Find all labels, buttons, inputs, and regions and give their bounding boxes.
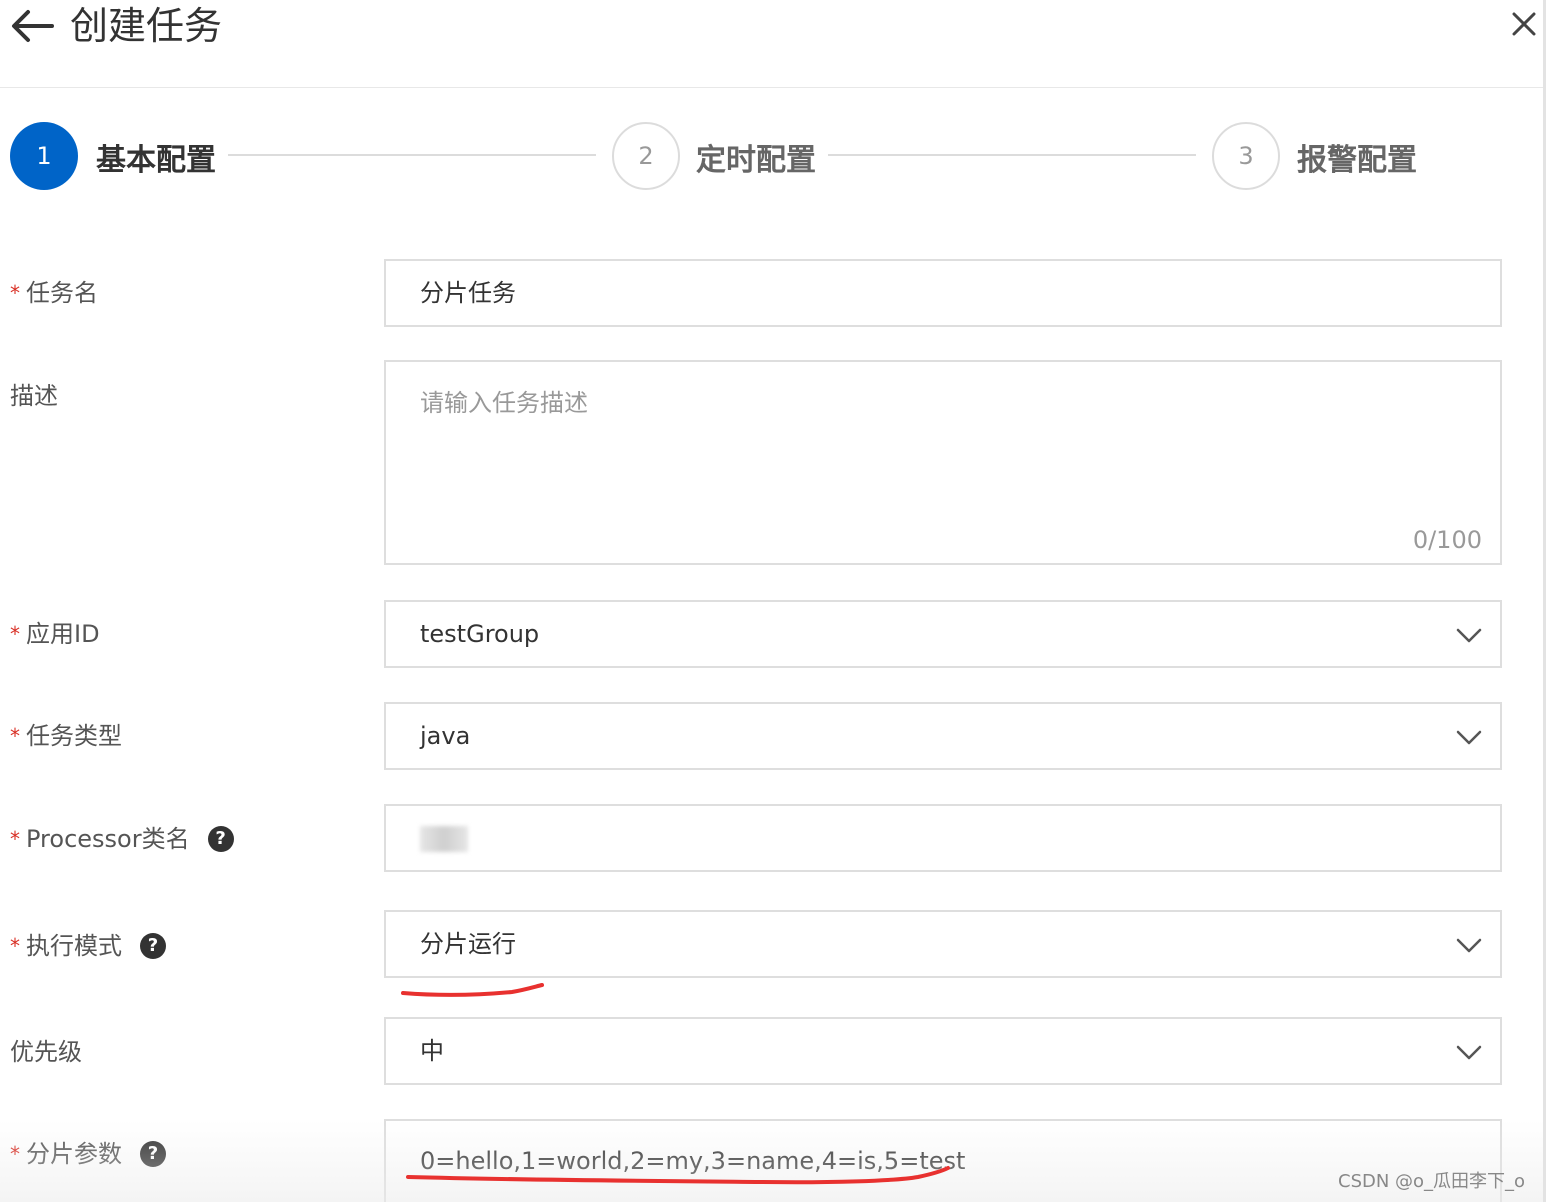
arrow-left-icon[interactable] [8, 6, 56, 46]
required-mark: * [10, 281, 20, 305]
shard-params-label: * 分片参数 ? [10, 1139, 166, 1169]
shard-params-input[interactable]: 0=hello,1=world,2=my,3=name,4=is,5=test [384, 1119, 1502, 1202]
close-icon[interactable] [1508, 8, 1540, 40]
description-textarea[interactable]: 请输入任务描述 0/100 [384, 360, 1502, 565]
required-mark: * [10, 827, 20, 851]
step-connector [228, 154, 596, 156]
task-type-label: * 任务类型 [10, 721, 122, 751]
chevron-down-icon[interactable] [1454, 722, 1484, 752]
exec-mode-value: 分片运行 [420, 930, 516, 958]
task-name-input[interactable]: 分片任务 [384, 259, 1502, 327]
task-name-label-text: 任务名 [26, 279, 98, 307]
required-mark: * [10, 724, 20, 748]
step-connector [828, 154, 1196, 156]
exec-mode-label-text: 执行模式 [26, 932, 122, 960]
app-id-label-text: 应用ID [26, 620, 100, 648]
step-1-circle[interactable]: 1 [10, 122, 78, 190]
step-2-circle[interactable]: 2 [612, 122, 680, 190]
watermark: CSDN @o_瓜田李下_o [1338, 1171, 1526, 1192]
redacted-value [420, 826, 468, 852]
priority-value: 中 [420, 1037, 444, 1065]
help-icon[interactable]: ? [207, 826, 234, 852]
exec-mode-label: * 执行模式 ? [10, 931, 166, 961]
help-icon[interactable]: ? [140, 933, 166, 959]
step-1-label[interactable]: 基本配置 [96, 141, 216, 181]
processor-label: * Processor类名 ? [10, 824, 234, 854]
task-name-value: 分片任务 [420, 279, 516, 307]
required-mark: * [10, 622, 20, 646]
annotation-underline [401, 983, 544, 997]
priority-label-text: 优先级 [10, 1038, 82, 1066]
app-id-select[interactable]: testGroup [384, 600, 1502, 668]
step-2-label[interactable]: 定时配置 [696, 141, 816, 181]
chevron-down-icon[interactable] [1454, 620, 1484, 650]
app-id-value: testGroup [420, 620, 540, 648]
exec-mode-select[interactable]: 分片运行 [384, 910, 1502, 978]
page-title: 创建任务 [70, 4, 223, 48]
processor-input[interactable] [384, 804, 1502, 872]
description-label-text: 描述 [10, 382, 58, 410]
shard-params-label-text: 分片参数 [26, 1140, 122, 1168]
description-label: 描述 [10, 381, 58, 411]
chevron-down-icon[interactable] [1454, 930, 1484, 960]
priority-select[interactable]: 中 [384, 1017, 1502, 1085]
step-3-label[interactable]: 报警配置 [1297, 141, 1417, 181]
chevron-down-icon[interactable] [1454, 1037, 1484, 1067]
task-type-select[interactable]: java [384, 702, 1502, 770]
required-mark: * [10, 1142, 20, 1166]
priority-label: 优先级 [10, 1037, 82, 1067]
task-type-label-text: 任务类型 [26, 722, 122, 750]
shard-params-value: 0=hello,1=world,2=my,3=name,4=is,5=test [420, 1147, 966, 1175]
drawer-header: 创建任务 [0, 0, 1546, 88]
task-type-value: java [420, 722, 471, 750]
processor-label-text: Processor类名 [26, 825, 190, 853]
description-placeholder: 请输入任务描述 [420, 389, 588, 417]
step-3-circle[interactable]: 3 [1212, 122, 1280, 190]
description-counter: 0/100 [1412, 526, 1482, 554]
help-icon[interactable]: ? [140, 1141, 166, 1167]
required-mark: * [10, 934, 20, 958]
task-name-label: * 任务名 [10, 278, 98, 308]
app-id-label: * 应用ID [10, 619, 100, 649]
